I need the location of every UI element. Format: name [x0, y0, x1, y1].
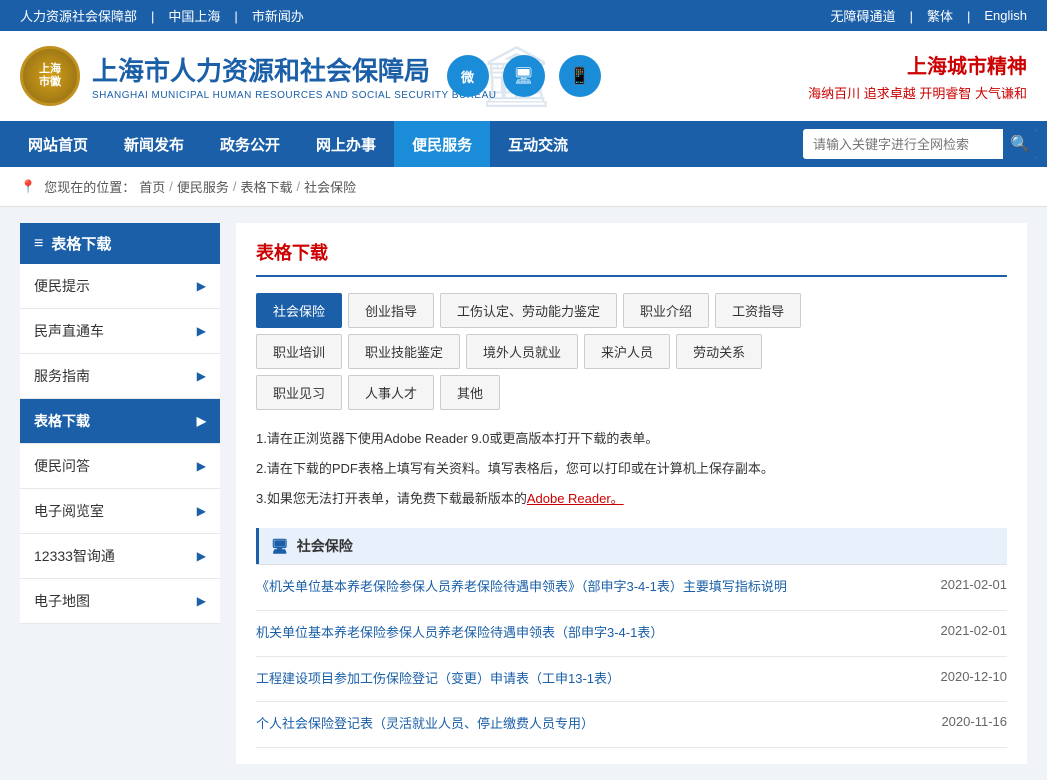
header-title-en: SHANGHAI MUNICIPAL HUMAN RESOURCES AND S… — [92, 90, 496, 101]
breadcrumb: 📍 您现在的位置： 首页 / 便民服务 / 表格下载 / 社会保险 — [0, 167, 1047, 207]
sidebar-title: 表格下载 — [51, 233, 111, 254]
nav-item-service[interactable]: 便民服务 — [394, 121, 490, 167]
arrow-icon: ▶ — [197, 369, 206, 383]
sidebar-item-guide[interactable]: 服务指南 ▶ — [20, 354, 220, 399]
sidebar-item-ereader[interactable]: 电子阅览室 ▶ — [20, 489, 220, 534]
header-title-cn: 上海市人力资源和社会保障局 — [92, 51, 496, 88]
content-area: ≡ 表格下载 便民提示 ▶ 民声直通车 ▶ 服务指南 ▶ 表格下载 ▶ 便民问答… — [0, 207, 1047, 780]
tab-startup[interactable]: 创业指导 — [348, 293, 434, 328]
arrow-icon: ▶ — [197, 594, 206, 608]
logo-badge: 上海市徽 — [20, 46, 80, 106]
tab-career[interactable]: 职业介绍 — [623, 293, 709, 328]
section-title: 社会保险 — [297, 536, 353, 556]
adobe-reader-link[interactable]: Adobe Reader。 — [527, 491, 624, 506]
tab-training[interactable]: 职业培训 — [256, 334, 342, 369]
doc-title-3[interactable]: 个人社会保险登记表（灵活就业人员、停止缴费人员专用） — [256, 714, 921, 735]
header-icons: 微 🖥 📱 — [447, 55, 601, 97]
header-title: 上海市人力资源和社会保障局 SHANGHAI MUNICIPAL HUMAN R… — [92, 51, 496, 101]
tabs-row-3: 职业见习 人事人才 其他 — [256, 375, 1007, 410]
tab-social-insurance[interactable]: 社会保险 — [256, 293, 342, 328]
computer-icon[interactable]: 🖥 — [503, 55, 545, 97]
section-header: 🖥 社会保险 — [256, 528, 1007, 564]
sidebar-item-voice[interactable]: 民声直通车 ▶ — [20, 309, 220, 354]
arrow-icon: ▶ — [197, 324, 206, 338]
breadcrumb-home[interactable]: 首页 — [139, 177, 165, 196]
search-input[interactable] — [803, 137, 1003, 152]
sidebar-item-12333[interactable]: 12333智询通 ▶ — [20, 534, 220, 579]
sidebar-header: ≡ 表格下载 — [20, 223, 220, 264]
table-row: 《机关单位基本养老保险参保人员养老保险待遇申领表》（部申字3-4-1表）主要填写… — [256, 565, 1007, 611]
instruction-2: 2.请在下载的PDF表格上填写有关资料。填写表格后，您可以打印或在计算机上保存副… — [256, 456, 1007, 482]
arrow-icon: ▶ — [197, 549, 206, 563]
tab-salary[interactable]: 工资指导 — [715, 293, 801, 328]
doc-list: 《机关单位基本养老保险参保人员养老保险待遇申领表》（部申字3-4-1表）主要填写… — [256, 564, 1007, 748]
table-row: 机关单位基本养老保险参保人员养老保险待遇申领表（部申字3-4-1表） 2021-… — [256, 611, 1007, 657]
tab-labor-relations[interactable]: 劳动关系 — [676, 334, 762, 369]
doc-date-1: 2021-02-01 — [941, 623, 1008, 638]
instructions: 1.请在正浏览器下使用Adobe Reader 9.0或更高版本打开下载的表单。… — [256, 426, 1007, 512]
weibo-icon[interactable]: 微 — [447, 55, 489, 97]
sidebar: ≡ 表格下载 便民提示 ▶ 民声直通车 ▶ 服务指南 ▶ 表格下载 ▶ 便民问答… — [20, 223, 220, 764]
top-bar-left: 人力资源社会保障部 中国上海 市新闻办 — [20, 6, 304, 25]
tab-other[interactable]: 其他 — [440, 375, 500, 410]
arrow-icon: ▶ — [197, 414, 206, 428]
table-row: 个人社会保险登记表（灵活就业人员、停止缴费人员专用） 2020-11-16 — [256, 702, 1007, 748]
spirit-title: 上海城市精神 — [808, 50, 1027, 79]
top-link-news[interactable]: 市新闻办 — [252, 6, 304, 25]
monitor-icon: 🖥 — [271, 538, 289, 555]
table-row: 工程建设项目参加工伤保险登记（变更）申请表（工申13-1表） 2020-12-1… — [256, 657, 1007, 703]
breadcrumb-service[interactable]: 便民服务 — [177, 177, 229, 196]
top-link-hrss[interactable]: 人力资源社会保障部 — [20, 6, 154, 25]
top-link-traditional[interactable]: 繁体 — [927, 6, 970, 25]
breadcrumb-current: 社会保险 — [304, 177, 356, 196]
instruction-3: 3.如果您无法打开表单，请免费下载最新版本的Adobe Reader。 — [256, 486, 1007, 512]
doc-title-2[interactable]: 工程建设项目参加工伤保险登记（变更）申请表（工申13-1表） — [256, 669, 921, 690]
search-button[interactable]: 🔍 — [1003, 129, 1037, 159]
doc-title-1[interactable]: 机关单位基本养老保险参保人员养老保险待遇申领表（部申字3-4-1表） — [256, 623, 921, 644]
arrow-icon: ▶ — [197, 504, 206, 518]
nav-item-home[interactable]: 网站首页 — [10, 121, 106, 167]
nav: 网站首页 新闻发布 政务公开 网上办事 便民服务 互动交流 🔍 — [0, 121, 1047, 167]
doc-date-2: 2020-12-10 — [941, 669, 1008, 684]
sidebar-item-tips[interactable]: 便民提示 ▶ — [20, 264, 220, 309]
main-title: 表格下载 — [256, 239, 1007, 277]
tab-personnel[interactable]: 人事人才 — [348, 375, 434, 410]
tabs-row-1: 社会保险 创业指导 工伤认定、劳动能力鉴定 职业介绍 工资指导 — [256, 293, 1007, 328]
doc-date-0: 2021-02-01 — [941, 577, 1008, 592]
location-icon: 📍 — [20, 179, 36, 195]
sidebar-item-forms[interactable]: 表格下载 ▶ — [20, 399, 220, 444]
top-link-accessible[interactable]: 无障碍通道 — [831, 6, 913, 25]
header: 上海市徽 上海市人力资源和社会保障局 SHANGHAI MUNICIPAL HU… — [0, 31, 1047, 121]
arrow-icon: ▶ — [197, 459, 206, 473]
tab-injury[interactable]: 工伤认定、劳动能力鉴定 — [440, 293, 617, 328]
nav-item-online[interactable]: 网上办事 — [298, 121, 394, 167]
bars-icon: ≡ — [34, 235, 43, 253]
tab-internship[interactable]: 职业见习 — [256, 375, 342, 410]
spirit-desc: 海纳百川 追求卓越 开明睿智 大气谦和 — [808, 83, 1027, 102]
breadcrumb-download[interactable]: 表格下载 — [240, 177, 292, 196]
tab-migrants[interactable]: 来沪人员 — [584, 334, 670, 369]
top-bar: 人力资源社会保障部 中国上海 市新闻办 无障碍通道 繁体 English — [0, 0, 1047, 31]
arrow-icon: ▶ — [197, 279, 206, 293]
sidebar-item-faq[interactable]: 便民问答 ▶ — [20, 444, 220, 489]
top-bar-right: 无障碍通道 繁体 English — [831, 6, 1027, 25]
nav-item-gov[interactable]: 政务公开 — [202, 121, 298, 167]
tab-skill-cert[interactable]: 职业技能鉴定 — [348, 334, 460, 369]
instruction-1: 1.请在正浏览器下使用Adobe Reader 9.0或更高版本打开下载的表单。 — [256, 426, 1007, 452]
nav-search: 🔍 — [803, 129, 1037, 159]
header-left: 上海市徽 上海市人力资源和社会保障局 SHANGHAI MUNICIPAL HU… — [20, 46, 496, 106]
tabs-row-2: 职业培训 职业技能鉴定 境外人员就业 来沪人员 劳动关系 — [256, 334, 1007, 369]
main-content: 表格下载 社会保险 创业指导 工伤认定、劳动能力鉴定 职业介绍 工资指导 职业培… — [236, 223, 1027, 764]
mobile-icon[interactable]: 📱 — [559, 55, 601, 97]
breadcrumb-label: 您现在的位置： — [44, 177, 135, 196]
doc-title-0[interactable]: 《机关单位基本养老保险参保人员养老保险待遇申领表》（部申字3-4-1表）主要填写… — [256, 577, 921, 598]
nav-item-interact[interactable]: 互动交流 — [490, 121, 586, 167]
header-right: 上海城市精神 海纳百川 追求卓越 开明睿智 大气谦和 — [808, 50, 1027, 102]
top-link-shanghai[interactable]: 中国上海 — [168, 6, 237, 25]
top-link-english[interactable]: English — [984, 8, 1027, 23]
nav-item-news[interactable]: 新闻发布 — [106, 121, 202, 167]
tab-foreign-employment[interactable]: 境外人员就业 — [466, 334, 578, 369]
sidebar-item-map[interactable]: 电子地图 ▶ — [20, 579, 220, 624]
